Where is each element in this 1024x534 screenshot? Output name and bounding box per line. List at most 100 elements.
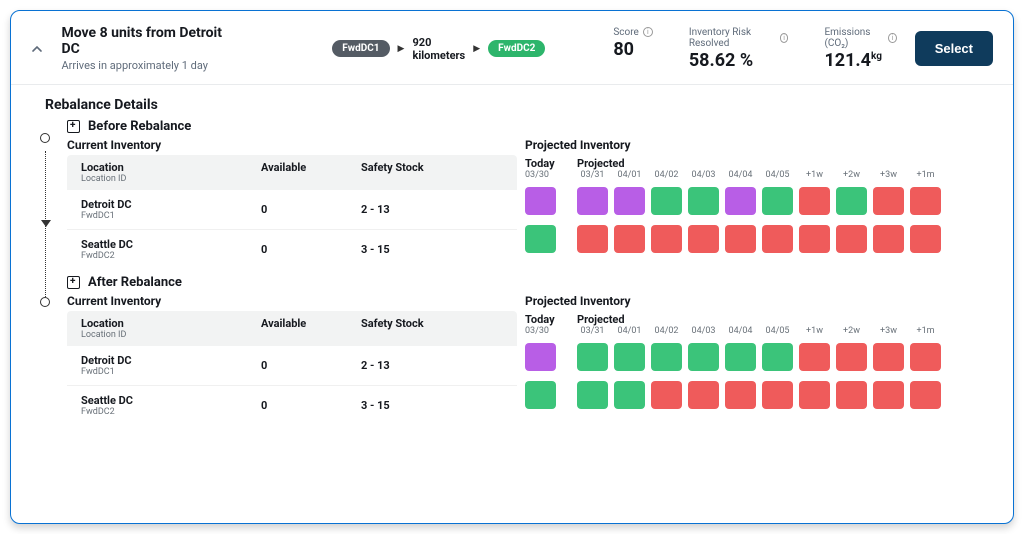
projected-row <box>525 376 997 414</box>
location-id: FwdDC2 <box>81 407 261 417</box>
status-cell <box>873 225 904 253</box>
route-to-chip: FwdDC2 <box>488 40 545 57</box>
status-cell <box>799 343 830 371</box>
after-section: After Rebalance Current Inventory Locati… <box>27 275 997 425</box>
status-cell <box>762 187 793 215</box>
status-cell <box>577 225 608 253</box>
status-cell <box>799 225 830 253</box>
th-projected-label: Projected <box>577 313 608 326</box>
col-title: Current Inventory <box>67 294 517 308</box>
th-proj-date: +3w <box>873 157 904 180</box>
arrow-right-icon: ▶ <box>398 44 405 54</box>
route-from-chip: FwdDC1 <box>332 40 389 57</box>
safety-value: 3 - 15 <box>361 399 481 412</box>
projected-row <box>525 220 997 258</box>
arrow-right-icon: ▶ <box>473 44 480 54</box>
status-cell <box>688 225 719 253</box>
status-cell <box>525 187 556 215</box>
card-subtitle: Arrives in approximately 1 day <box>62 59 225 72</box>
collapse-toggle[interactable] <box>31 42 44 56</box>
info-icon[interactable]: i <box>643 27 653 37</box>
location-name: Seattle DC <box>81 238 261 251</box>
subsection-title: Before Rebalance <box>88 119 191 134</box>
status-cell <box>910 381 941 409</box>
status-cell <box>577 187 608 215</box>
table-row: Detroit DCFwdDC102 - 13 <box>67 190 517 230</box>
section-title: Rebalance Details <box>45 97 997 113</box>
route-distance: 920 kilometers <box>412 36 465 62</box>
metric-label: Inventory Risk Resolved <box>689 27 776 49</box>
subsection-header: After Rebalance <box>67 275 997 290</box>
status-cell <box>651 187 682 215</box>
status-cell <box>910 343 941 371</box>
th-proj-date: 04/03 <box>688 157 719 180</box>
timeline-arrow-icon <box>41 220 51 227</box>
th-proj-date: 04/04 <box>725 313 756 336</box>
col-title: Projected Inventory <box>525 138 997 152</box>
route: FwdDC1 ▶ 920 kilometers ▶ FwdDC2 <box>332 36 545 62</box>
status-cell <box>688 381 719 409</box>
th-proj-date: +1w <box>799 157 830 180</box>
status-cell <box>614 187 645 215</box>
status-cell <box>688 187 719 215</box>
th-proj-date: +2w <box>836 313 867 336</box>
status-cell <box>836 343 867 371</box>
metric-unit: kg <box>871 51 882 62</box>
timeline-dot-icon <box>40 133 50 143</box>
metric-label: Score <box>613 27 638 38</box>
status-cell <box>725 343 756 371</box>
safety-value: 3 - 15 <box>361 243 481 256</box>
status-cell <box>873 381 904 409</box>
available-value: 0 <box>261 243 361 256</box>
th-proj-date: 04/05 <box>762 313 793 336</box>
th-proj-date: +3w <box>873 313 904 336</box>
projected-row <box>525 182 997 220</box>
th-proj-date: 04/02 <box>651 157 682 180</box>
th-proj-date: Projected03/31 <box>577 157 608 180</box>
th-available: Available <box>261 317 361 340</box>
status-cell <box>873 343 904 371</box>
status-cell <box>651 343 682 371</box>
safety-value: 2 - 13 <box>361 203 481 216</box>
location-id: FwdDC2 <box>81 251 261 261</box>
th-today-date: 03/30 <box>525 326 571 336</box>
metric-score: Scorei 80 <box>613 27 652 71</box>
projected-inventory: Projected Inventory Today 03/30 Projecte… <box>525 136 997 269</box>
th-proj-date: +2w <box>836 157 867 180</box>
info-icon[interactable]: i <box>780 33 789 43</box>
th-location: Location <box>81 317 261 330</box>
status-cell <box>688 343 719 371</box>
status-cell <box>873 187 904 215</box>
th-proj-date: Projected03/31 <box>577 313 608 336</box>
status-cell <box>525 225 556 253</box>
available-value: 0 <box>261 399 361 412</box>
status-cell <box>525 343 556 371</box>
table-header: LocationLocation ID Available Safety Sto… <box>67 155 517 190</box>
th-location-sub: Location ID <box>81 174 261 184</box>
metric-label: Emissions (CO₂) <box>824 27 884 49</box>
status-cell <box>651 381 682 409</box>
available-value: 0 <box>261 359 361 372</box>
th-safety: Safety Stock <box>361 161 481 184</box>
rebalance-card: Move 8 units from Detroit DC Arrives in … <box>10 10 1014 524</box>
metric-risk: Inventory Risk Resolvedi 58.62 % <box>689 27 789 71</box>
info-icon[interactable]: i <box>888 33 897 43</box>
location-id: FwdDC1 <box>81 367 261 377</box>
th-proj-date: +1m <box>910 313 941 336</box>
col-title: Projected Inventory <box>525 294 997 308</box>
table-row: Seattle DCFwdDC203 - 15 <box>67 230 517 269</box>
th-proj-date: 04/01 <box>614 157 645 180</box>
th-proj-date: +1w <box>799 313 830 336</box>
status-cell <box>614 343 645 371</box>
th-today: Today <box>525 157 571 170</box>
th-location-sub: Location ID <box>81 330 261 340</box>
status-cell <box>910 225 941 253</box>
card-body: Rebalance Details Before Rebalance Curre… <box>11 85 1013 439</box>
select-button[interactable]: Select <box>915 31 993 66</box>
calendar-plus-icon <box>67 120 80 133</box>
th-safety: Safety Stock <box>361 317 481 340</box>
metric-value: 121.4 <box>824 50 871 71</box>
th-proj-date: 04/04 <box>725 157 756 180</box>
table-row: Detroit DCFwdDC102 - 13 <box>67 346 517 386</box>
th-today-date: 03/30 <box>525 170 571 180</box>
